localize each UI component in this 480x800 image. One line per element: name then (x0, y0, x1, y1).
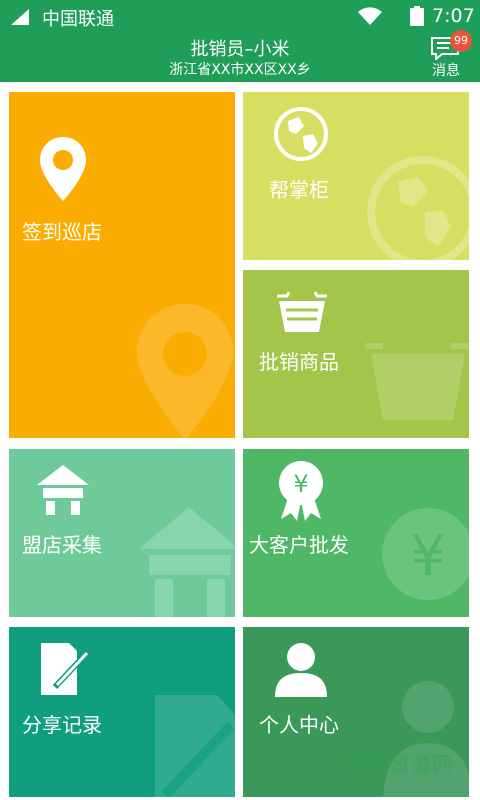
location-pin-bg-icon (137, 304, 233, 438)
status-bar: 中国联通 7:07 (0, 0, 480, 32)
signal-icon (11, 9, 29, 25)
tile-label: 签到巡店 (22, 220, 102, 244)
basket-bg-icon (365, 343, 469, 420)
yuan-badge-bg-icon: ¥ (382, 508, 469, 600)
app-header: 批销员–小米 浙江省XX市XX区XX乡 99 消息 (0, 30, 480, 82)
tile-shopkeeper-helper[interactable]: 帮掌柜 (243, 92, 469, 260)
location-subtitle: 浙江省XX市XX区XX乡 (169, 62, 311, 78)
messages-label: 消息 (432, 63, 460, 79)
tile-share-records[interactable]: 分享记录 (9, 627, 235, 797)
basket-icon (277, 291, 327, 332)
document-pen-icon (41, 643, 89, 695)
person-icon (275, 643, 327, 697)
store-bg-icon (139, 507, 235, 617)
tile-checkin[interactable]: 签到巡店 (9, 92, 235, 438)
tile-label: 分享记录 (22, 713, 102, 737)
page-title: 批销员–小米 (190, 39, 290, 60)
location-pin-icon (40, 137, 86, 201)
store-icon (37, 465, 89, 515)
carrier-name: 中国联通 (42, 9, 114, 30)
tile-alliance-store[interactable]: 盟店采集 (9, 449, 235, 617)
message-count-badge: 99 (450, 30, 472, 52)
tile-label: 帮掌柜 (269, 178, 329, 202)
document-bg-icon (155, 695, 235, 797)
yuan-badge-icon: ¥ (279, 461, 323, 521)
tile-wholesale-goods[interactable]: 批销商品 (243, 270, 469, 438)
clock: 7:07 (432, 5, 475, 27)
person-bg-icon (383, 681, 469, 797)
wifi-icon (358, 7, 382, 25)
svg-text:¥: ¥ (293, 470, 308, 498)
globe-icon (274, 107, 328, 161)
watermark: 绿色资源网 (348, 752, 453, 776)
battery-icon (410, 6, 424, 26)
tile-label: 盟店采集 (22, 533, 102, 557)
globe-bg-icon (367, 156, 469, 260)
tile-key-account-wholesale[interactable]: ¥ ¥ 大客户批发 (243, 449, 469, 617)
messages-button[interactable]: 99 消息 (424, 30, 472, 80)
tile-label: 大客户批发 (249, 533, 349, 557)
tile-label: 批销商品 (259, 350, 339, 374)
tile-label: 个人中心 (259, 713, 339, 737)
svg-text:¥: ¥ (410, 524, 446, 589)
